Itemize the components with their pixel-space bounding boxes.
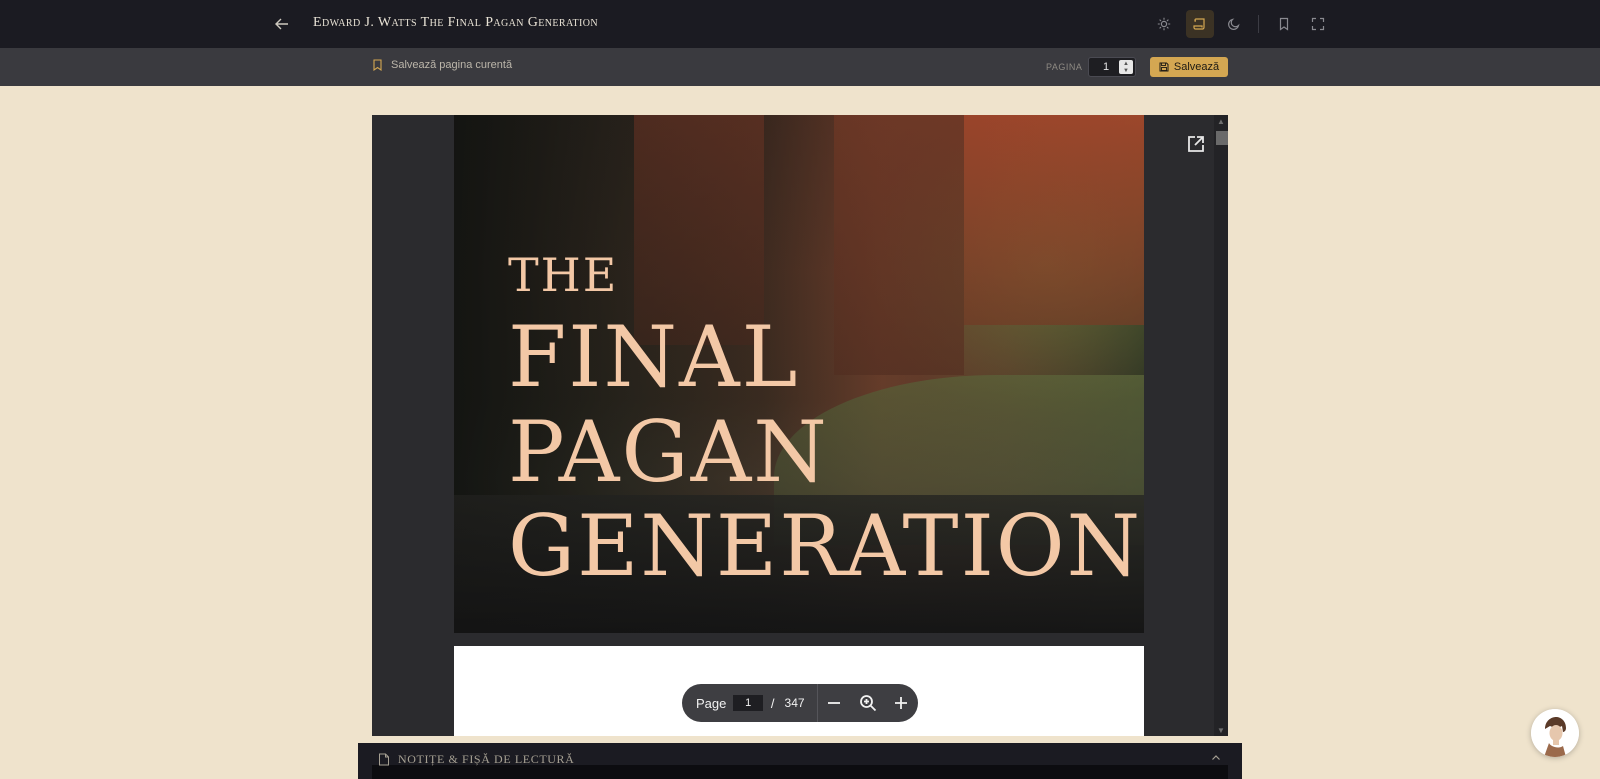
notes-panel-toggle[interactable]: NOTIȚE & FIȘĂ DE LECTURĂ <box>378 752 574 767</box>
scrollbar-thumb[interactable] <box>1216 131 1228 145</box>
save-button[interactable]: Salvează <box>1150 57 1228 77</box>
notes-panel-title: NOTIȚE & FIȘĂ DE LECTURĂ <box>398 752 575 766</box>
assistant-avatar-button[interactable] <box>1531 709 1579 757</box>
avatar-portrait-icon <box>1531 709 1579 757</box>
toolbar-divider <box>1258 15 1259 33</box>
cover-title-line-4: GENERATION <box>508 497 1143 595</box>
zoom-out-button[interactable] <box>818 686 851 720</box>
pager-page-input[interactable]: 1 <box>733 695 763 711</box>
pdf-viewer[interactable]: THE FINAL PAGAN GENERATION ▲ ▼ Page 1 / … <box>372 115 1228 736</box>
zoom-icon <box>859 695 876 712</box>
cover-title-line-3: PAGAN <box>508 403 829 501</box>
page-number-label: PAGINA <box>1046 62 1083 72</box>
bookmark-icon <box>1279 17 1289 31</box>
bookmark-button[interactable] <box>1270 10 1298 38</box>
save-current-page-label: Salvează pagina curentă <box>391 59 513 71</box>
fullscreen-button[interactable] <box>1304 10 1332 38</box>
floppy-icon <box>1159 62 1169 72</box>
notes-collapse-button[interactable] <box>1209 751 1223 765</box>
document-icon <box>379 753 389 766</box>
notes-panel: NOTIȚE & FIȘĂ DE LECTURĂ <box>358 743 1242 779</box>
chevron-down-icon[interactable]: ▼ <box>1119 67 1133 74</box>
chevron-up-icon[interactable]: ▲ <box>1119 60 1133 67</box>
pager-page-label: Page <box>696 695 727 711</box>
page-save-bar: Salvează pagina curentă PAGINA 1 ▲ ▼ Sal… <box>0 48 1600 86</box>
top-bar: Edward J. Watts The Final Pagan Generati… <box>0 0 1600 48</box>
minus-icon <box>828 702 841 704</box>
scroll-down-icon[interactable]: ▼ <box>1214 724 1228 736</box>
notes-panel-body <box>372 765 1228 779</box>
plus-icon <box>895 697 908 709</box>
save-current-page-link[interactable]: Salvează pagina curentă <box>372 59 512 71</box>
page-number-value: 1 <box>1103 61 1110 73</box>
dark-theme-button[interactable] <box>1220 10 1248 38</box>
zoom-fit-button[interactable] <box>851 686 884 720</box>
moon-icon <box>1228 18 1240 30</box>
sepia-theme-button[interactable] <box>1186 10 1214 38</box>
expand-icon <box>1311 17 1325 31</box>
viewer-scrollbar[interactable]: ▲ ▼ <box>1214 115 1228 736</box>
page-number-stepper[interactable]: ▲ ▼ <box>1119 60 1133 74</box>
chevron-up-icon <box>1212 755 1220 760</box>
sun-icon <box>1157 17 1171 31</box>
zoom-in-button[interactable] <box>885 686 918 720</box>
arrow-left-icon <box>275 18 288 30</box>
external-link-icon <box>1188 136 1204 152</box>
pager-total-pages: 347 <box>784 696 805 710</box>
scroll-icon <box>1193 18 1205 30</box>
open-external-button[interactable] <box>1184 132 1208 156</box>
save-button-label: Salvează <box>1173 61 1220 73</box>
pdf-page-controls: Page 1 / 347 <box>682 684 918 722</box>
scroll-up-icon[interactable]: ▲ <box>1214 115 1228 127</box>
pager-separator: / <box>770 695 775 711</box>
bookmark-icon <box>373 59 382 71</box>
cover-title-line-2: FINAL <box>508 308 800 406</box>
document-title: Edward J. Watts The Final Pagan Generati… <box>313 15 599 30</box>
book-cover-page: THE FINAL PAGAN GENERATION <box>454 115 1144 633</box>
back-button[interactable] <box>270 12 294 36</box>
light-theme-button[interactable] <box>1150 10 1178 38</box>
cover-title-line-1: THE <box>508 248 619 302</box>
page-number-input[interactable]: 1 ▲ ▼ <box>1088 57 1136 77</box>
